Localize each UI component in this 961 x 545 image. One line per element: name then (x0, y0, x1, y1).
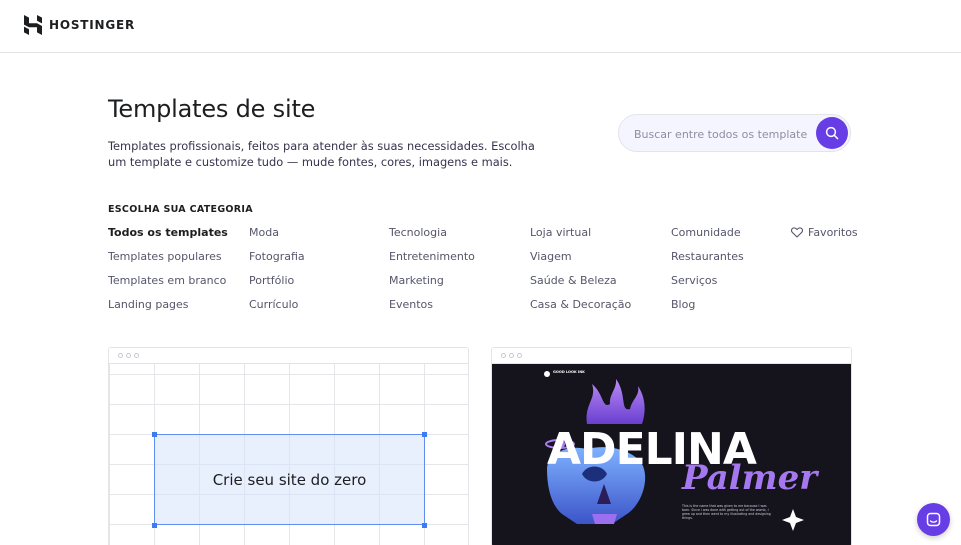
category-blog[interactable]: Blog (671, 298, 695, 311)
blank-template-card[interactable]: Crie seu site do zero (108, 347, 469, 545)
resize-handle (422, 432, 427, 437)
category-restaurants[interactable]: Restaurantes (671, 250, 744, 263)
window-dot (517, 353, 522, 358)
search-button[interactable] (816, 117, 848, 149)
blank-selection-box: Crie seu site do zero (154, 434, 425, 525)
template-logo-icon (544, 371, 550, 377)
category-events[interactable]: Eventos (389, 298, 433, 311)
window-dot (126, 353, 131, 358)
resize-handle (152, 432, 157, 437)
brand-name: HOSTINGER (49, 18, 136, 32)
resize-handle (152, 523, 157, 528)
category-online-store[interactable]: Loja virtual (530, 226, 591, 239)
adelina-palmer-template-card[interactable]: GOOD LOOK INK ADELINA Palmer This is the… (491, 347, 852, 545)
category-blank-templates[interactable]: Templates em branco (108, 274, 226, 287)
category-popular-templates[interactable]: Templates populares (108, 250, 222, 263)
category-heading: ESCOLHA SUA CATEGORIA (108, 204, 253, 215)
category-entertainment[interactable]: Entretenimento (389, 250, 475, 263)
chat-widget-button[interactable] (917, 503, 950, 536)
category-community[interactable]: Comunidade (671, 226, 741, 239)
figure-base (592, 514, 617, 524)
category-travel[interactable]: Viagem (530, 250, 572, 263)
template-body-text: This is the name that was given to me be… (682, 504, 771, 520)
search-icon (825, 126, 839, 140)
blank-card-label: Crie seu site do zero (212, 470, 367, 489)
category-list: Todos os templates Templates populares T… (108, 226, 744, 326)
sparkle-icon (782, 509, 804, 531)
template-subline: Palmer (681, 458, 819, 498)
brand-logo[interactable]: HOSTINGER (24, 15, 135, 35)
template-preview: GOOD LOOK INK ADELINA Palmer This is the… (492, 364, 851, 545)
category-portfolio[interactable]: Portfólio (249, 274, 294, 287)
favorites-label: Favoritos (808, 226, 858, 239)
top-header: HOSTINGER (0, 0, 961, 53)
window-dot (501, 353, 506, 358)
category-all-templates[interactable]: Todos os templates (108, 226, 228, 239)
window-dot (509, 353, 514, 358)
category-resume[interactable]: Currículo (249, 298, 298, 311)
heart-icon (791, 227, 803, 238)
page-title: Templates de site (108, 95, 316, 123)
page-description: Templates profissionais, feitos para ate… (108, 139, 535, 169)
hostinger-logo-icon (24, 15, 42, 35)
category-photography[interactable]: Fotografia (249, 250, 305, 263)
favorites-link[interactable]: Favoritos (791, 226, 858, 239)
blank-canvas-grid: Crie seu site do zero (109, 364, 468, 545)
category-services[interactable]: Serviços (671, 274, 717, 287)
category-marketing[interactable]: Marketing (389, 274, 444, 287)
resize-handle (422, 523, 427, 528)
chat-icon (926, 512, 941, 527)
browser-bar (492, 348, 851, 364)
browser-bar (109, 348, 468, 364)
template-preview-art: GOOD LOOK INK ADELINA Palmer This is the… (544, 370, 819, 531)
category-technology[interactable]: Tecnologia (389, 226, 447, 239)
window-dot (118, 353, 123, 358)
template-logo-text: GOOD LOOK INK (553, 370, 585, 374)
window-dot (134, 353, 139, 358)
category-landing-pages[interactable]: Landing pages (108, 298, 189, 311)
category-fashion[interactable]: Moda (249, 226, 279, 239)
template-search (618, 114, 851, 152)
search-input[interactable] (634, 125, 812, 143)
flame-illustration (586, 379, 645, 424)
category-health-beauty[interactable]: Saúde & Beleza (530, 274, 617, 287)
category-home-decor[interactable]: Casa & Decoração (530, 298, 631, 311)
